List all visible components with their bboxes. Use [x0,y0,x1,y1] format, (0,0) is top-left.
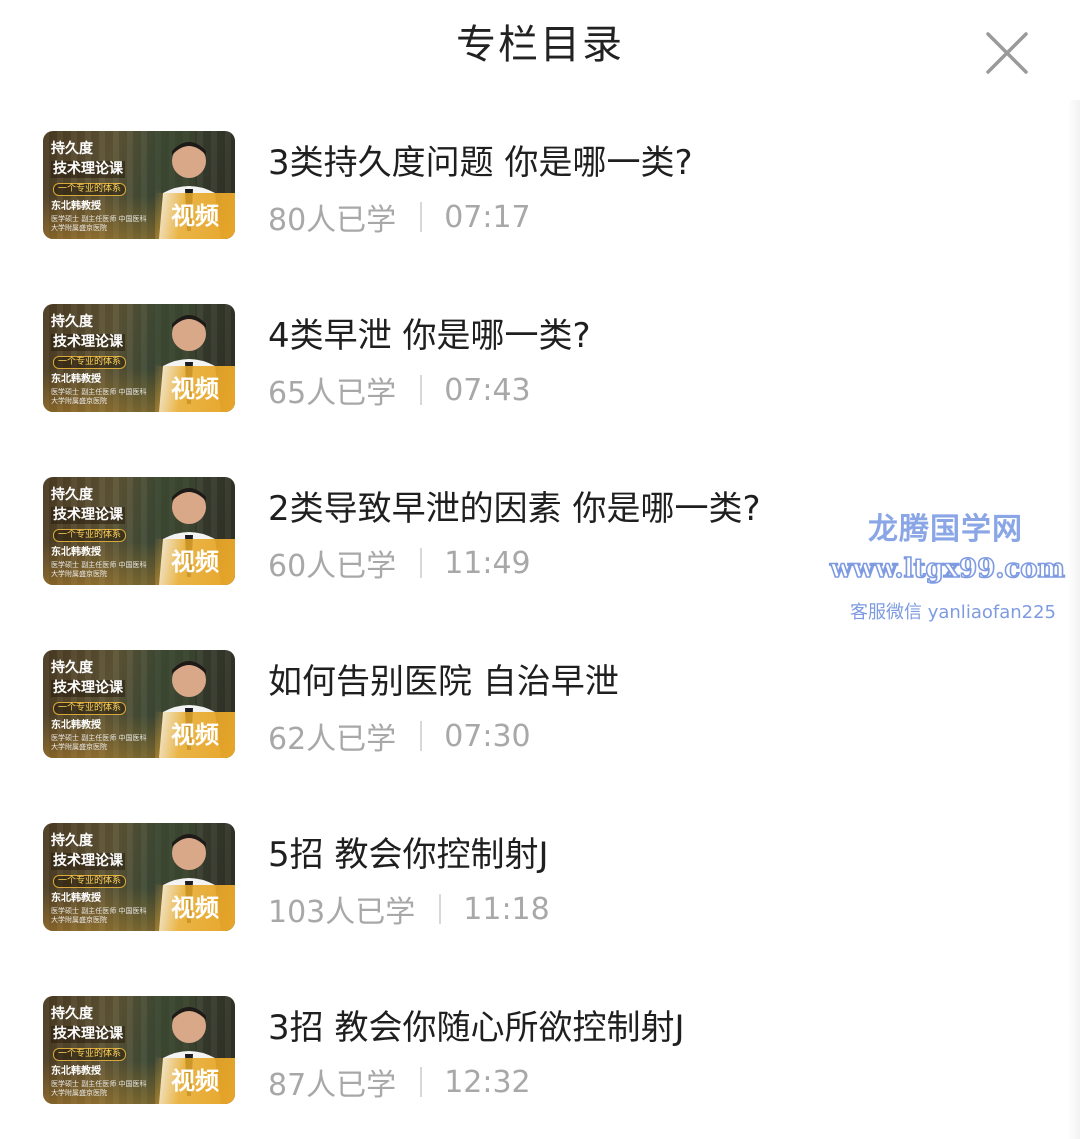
video-badge: 视频 [155,366,235,412]
thumb-title-line1: 持久度 [51,1006,93,1022]
lesson-title: 5招 教会你控制射J [268,835,549,875]
learner-count: 62人已学 [268,722,397,757]
thumb-title-line2: 技术理论课 [51,680,125,697]
lesson-title: 如何告别医院 自治早泄 [268,662,619,702]
thumb-lecturer: 东北韩教授 [51,547,101,558]
lesson-title: 4类早泄 你是哪一类? [268,316,591,356]
lesson-title: 2类导致早泄的因素 你是哪一类? [268,489,761,529]
thumb-title-line1: 持久度 [51,660,93,676]
lesson-meta: 60人已学 11:49 [268,541,531,585]
thumb-title-line2: 技术理论课 [51,161,125,178]
lesson-item[interactable]: 持久度 技术理论课 一个专业的体系 东北韩教授 医学硕士 副主任医师 中国医科大… [0,996,1040,1116]
learner-count: 87人已学 [268,1068,397,1103]
video-badge: 视频 [155,193,235,239]
lesson-thumbnail: 持久度 技术理论课 一个专业的体系 东北韩教授 医学硕士 副主任医师 中国医科大… [43,304,235,412]
meta-divider [420,202,423,232]
thumb-title-line1: 持久度 [51,314,93,330]
lesson-thumbnail: 持久度 技术理论课 一个专业的体系 东北韩教授 医学硕士 副主任医师 中国医科大… [43,131,235,239]
video-badge: 视频 [155,1058,235,1104]
thumb-credentials: 医学硕士 副主任医师 中国医科大学附属盛京医院 [51,734,147,751]
thumb-tag: 一个专业的体系 [53,183,127,196]
thumb-title-line1: 持久度 [51,141,93,157]
thumb-tag: 一个专业的体系 [53,875,127,888]
lesson-item[interactable]: 持久度 技术理论课 一个专业的体系 东北韩教授 医学硕士 副主任医师 中国医科大… [0,304,1040,424]
catalog-sheet: 专栏目录 持久度 技术理论课 一个专业的体系 东北韩教授 医学硕士 副主任医师 … [0,0,1080,1139]
thumb-tag: 一个专业的体系 [53,356,127,369]
video-badge: 视频 [155,712,235,758]
thumb-credentials: 医学硕士 副主任医师 中国医科大学附属盛京医院 [51,907,147,924]
lesson-duration: 11:49 [444,545,531,581]
watermark-contact: 客服微信 yanliaofan225 [850,602,1056,623]
thumb-title-line2: 技术理论课 [51,507,125,524]
scroll-edge [1068,100,1080,1139]
thumb-title-line1: 持久度 [51,833,93,849]
lesson-duration: 12:32 [444,1064,531,1100]
lesson-duration: 07:17 [444,199,531,235]
thumb-lecturer: 东北韩教授 [51,893,101,904]
lesson-thumbnail: 持久度 技术理论课 一个专业的体系 东北韩教授 医学硕士 副主任医师 中国医科大… [43,650,235,758]
lesson-duration: 07:43 [444,372,531,408]
lesson-meta: 62人已学 07:30 [268,714,531,758]
lesson-meta: 80人已学 07:17 [268,195,531,239]
thumb-title-line2: 技术理论课 [51,334,125,351]
lesson-thumbnail: 持久度 技术理论课 一个专业的体系 东北韩教授 医学硕士 副主任医师 中国医科大… [43,823,235,931]
video-badge: 视频 [155,539,235,585]
watermark-url: www.ltgx99.com [829,553,1066,585]
learner-count: 80人已学 [268,203,397,238]
thumb-lecturer: 东北韩教授 [51,201,101,212]
meta-divider [420,548,423,578]
lesson-title: 3类持久度问题 你是哪一类? [268,143,693,183]
lesson-meta: 103人已学 11:18 [268,887,550,931]
thumb-title-line2: 技术理论课 [51,1026,125,1043]
thumb-credentials: 医学硕士 副主任医师 中国医科大学附属盛京医院 [51,388,147,405]
meta-divider [420,721,423,751]
thumb-tag: 一个专业的体系 [53,702,127,715]
learner-count: 103人已学 [268,895,416,930]
thumb-lecturer: 东北韩教授 [51,1066,101,1077]
thumb-tag: 一个专业的体系 [53,529,127,542]
thumb-credentials: 医学硕士 副主任医师 中国医科大学附属盛京医院 [51,1080,147,1097]
thumb-credentials: 医学硕士 副主任医师 中国医科大学附属盛京医院 [51,561,147,578]
lesson-thumbnail: 持久度 技术理论课 一个专业的体系 东北韩教授 医学硕士 副主任医师 中国医科大… [43,477,235,585]
video-badge: 视频 [155,885,235,931]
watermark-name: 龙腾国学网 [868,512,1023,547]
learner-count: 65人已学 [268,376,397,411]
thumb-title-line1: 持久度 [51,487,93,503]
watermark: 龙腾国学网 www.ltgx99.com 客服微信 yanliaofan225 [829,504,1075,624]
thumb-lecturer: 东北韩教授 [51,720,101,731]
lesson-meta: 87人已学 12:32 [268,1060,531,1104]
meta-divider [420,1067,423,1097]
lesson-duration: 11:18 [463,891,550,927]
thumb-tag: 一个专业的体系 [53,1048,127,1061]
thumb-credentials: 医学硕士 副主任医师 中国医科大学附属盛京医院 [51,215,147,232]
lesson-item[interactable]: 持久度 技术理论课 一个专业的体系 东北韩教授 医学硕士 副主任医师 中国医科大… [0,823,1040,943]
lesson-duration: 07:30 [444,718,531,754]
lesson-meta: 65人已学 07:43 [268,368,531,412]
meta-divider [439,894,442,924]
lesson-thumbnail: 持久度 技术理论课 一个专业的体系 东北韩教授 医学硕士 副主任医师 中国医科大… [43,996,235,1104]
lesson-item[interactable]: 持久度 技术理论课 一个专业的体系 东北韩教授 医学硕士 副主任医师 中国医科大… [0,131,1040,251]
learner-count: 60人已学 [268,549,397,584]
lesson-item[interactable]: 持久度 技术理论课 一个专业的体系 东北韩教授 医学硕士 副主任医师 中国医科大… [0,650,1040,770]
meta-divider [420,375,423,405]
lesson-title: 3招 教会你随心所欲控制射J [268,1008,685,1048]
thumb-title-line2: 技术理论课 [51,853,125,870]
thumb-lecturer: 东北韩教授 [51,374,101,385]
